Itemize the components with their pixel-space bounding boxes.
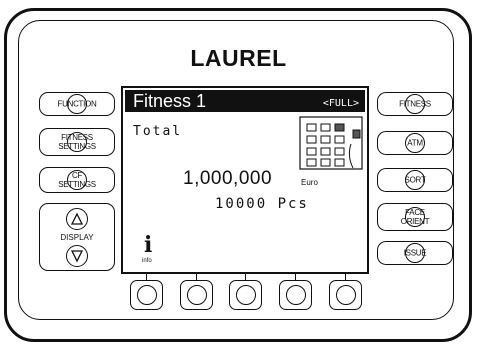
face-orient-label-1: FACE xyxy=(405,208,425,217)
soft-key-5[interactable] xyxy=(329,280,362,310)
button-ring xyxy=(335,285,356,305)
button-ring xyxy=(186,285,207,305)
down-triangle-icon[interactable] xyxy=(66,245,88,267)
currency-label: Euro xyxy=(301,178,318,187)
brand-logo: LAUREL xyxy=(190,45,287,71)
display-button[interactable]: DISPLAY xyxy=(39,203,115,271)
button-ring xyxy=(235,285,256,305)
info-label: info xyxy=(142,258,152,264)
atm-button[interactable]: ATM xyxy=(377,131,453,155)
face-orient-label-2: ORIENT xyxy=(400,217,430,226)
fitness-button[interactable]: FITNESS xyxy=(377,92,453,116)
soft-key-1[interactable] xyxy=(130,280,163,310)
sort-label: SORT xyxy=(404,175,426,185)
fitness-settings-label-1: FITNESS xyxy=(61,133,93,142)
issue-button[interactable]: ISSUE xyxy=(377,241,453,265)
info-icon: i xyxy=(144,232,153,258)
screen-title-bar: Fitness 1 <FULL> xyxy=(125,90,365,112)
cf-settings-button[interactable]: CF SETTINGS xyxy=(39,167,115,193)
lcd-screen: Fitness 1 <FULL> Total 1,000,000 Euro 10… xyxy=(121,86,369,274)
soft-key-3[interactable] xyxy=(229,280,262,310)
button-ring xyxy=(136,285,157,305)
fitness-label: FITNESS xyxy=(399,99,431,109)
atm-label: ATM xyxy=(407,138,423,148)
button-ring xyxy=(285,285,306,305)
soft-key-4[interactable] xyxy=(279,280,312,310)
count-value: 10000 Pcs xyxy=(215,196,309,212)
fitness-settings-label-2: SETTINGS xyxy=(58,142,96,151)
sort-button[interactable]: SORT xyxy=(377,168,453,192)
face-orient-button[interactable]: FACE ORIENT xyxy=(377,203,453,231)
screen-title: Fitness 1 xyxy=(133,91,207,111)
issue-label: ISSUE xyxy=(403,248,427,258)
display-label: DISPLAY xyxy=(60,233,94,242)
fitness-settings-button[interactable]: FITNESS SETTINGS xyxy=(39,128,115,156)
screen-mode: <FULL> xyxy=(322,98,359,109)
pocket-grid-icon xyxy=(299,116,363,170)
function-label: FUNCTION xyxy=(57,99,97,109)
function-button[interactable]: FUNCTION xyxy=(39,92,115,116)
total-label: Total xyxy=(133,124,183,139)
soft-key-2[interactable] xyxy=(180,280,213,310)
up-triangle-icon[interactable] xyxy=(66,208,88,230)
amount-value: 1,000,000 xyxy=(183,168,273,189)
cf-settings-label-1: CF xyxy=(71,171,83,180)
cf-settings-label-2: SETTINGS xyxy=(58,180,96,189)
